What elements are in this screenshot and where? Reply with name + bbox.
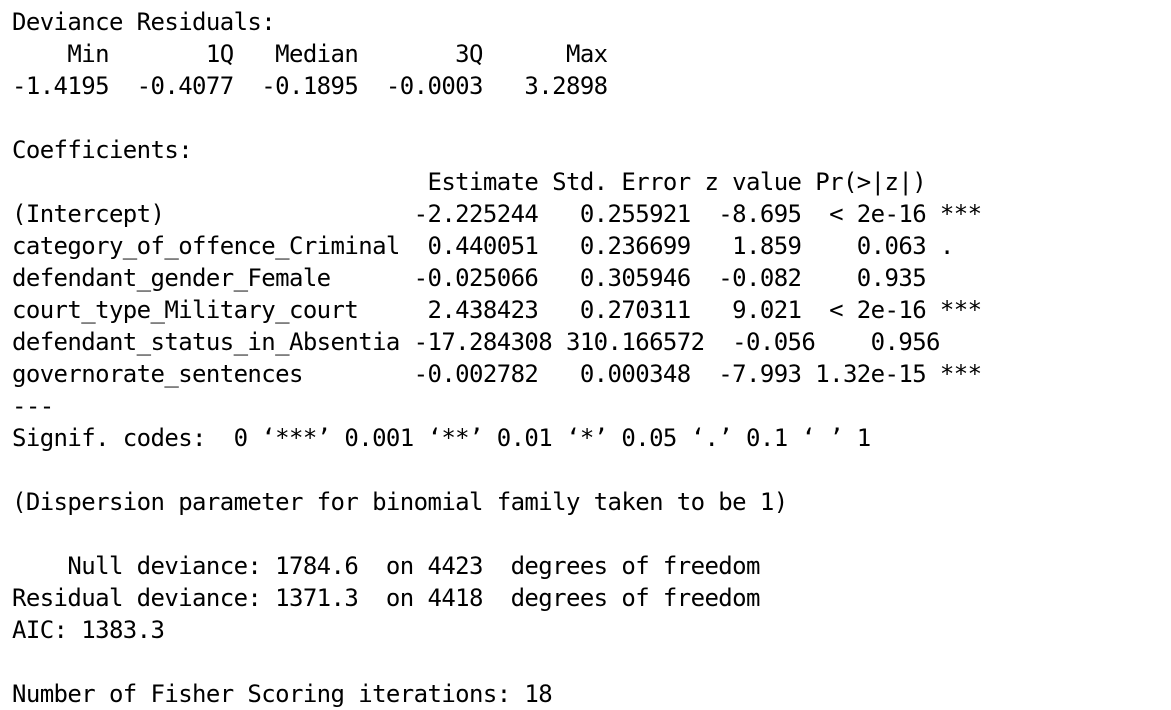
coefficients-header: Coefficients:	[12, 136, 193, 164]
coefficient-row-governorate-sentences: governorate_sentences -0.002782 0.000348…	[12, 360, 982, 388]
separator-line: ---	[12, 392, 54, 420]
aic-line: AIC: 1383.3	[12, 616, 165, 644]
residual-quantile-values: -1.4195 -0.4077 -0.1895 -0.0003 3.2898	[12, 72, 636, 100]
deviance-residuals-header: Deviance Residuals:	[12, 8, 289, 36]
signif-codes-legend: Signif. codes: 0 ‘***’ 0.001 ‘**’ 0.01 ‘…	[12, 424, 871, 452]
coefficient-row-defendant-status: defendant_status_in_Absentia -17.284308 …	[12, 328, 996, 356]
null-deviance-line: Null deviance: 1784.6 on 4423 degrees of…	[12, 552, 760, 580]
coefficient-row-intercept: (Intercept) -2.225244 0.255921 -8.695 < …	[12, 200, 982, 228]
dispersion-parameter-note: (Dispersion parameter for binomial famil…	[12, 488, 788, 516]
residual-quantile-labels: Min 1Q Median 3Q Max	[12, 40, 636, 68]
coefficients-column-headers: Estimate Std. Error z value Pr(>|z|)	[12, 168, 982, 196]
coefficient-row-court-type: court_type_Military_court 2.438423 0.270…	[12, 296, 982, 324]
coefficient-row-category-of-offence: category_of_offence_Criminal 0.440051 0.…	[12, 232, 982, 260]
r-console-output: Deviance Residuals: Min 1Q Median 3Q Max…	[12, 6, 1167, 710]
coefficient-row-defendant-gender: defendant_gender_Female -0.025066 0.3059…	[12, 264, 982, 292]
residual-deviance-line: Residual deviance: 1371.3 on 4418 degree…	[12, 584, 760, 612]
fisher-scoring-iterations-line: Number of Fisher Scoring iterations: 18	[12, 680, 553, 708]
